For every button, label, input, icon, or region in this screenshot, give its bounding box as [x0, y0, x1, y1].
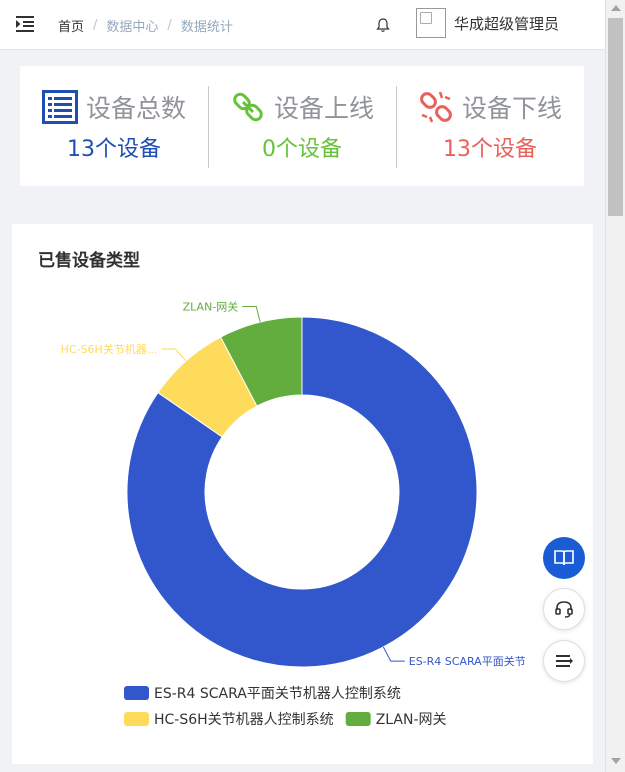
avatar[interactable] [416, 8, 446, 38]
bell-icon[interactable] [375, 17, 391, 33]
label-leader-line [382, 646, 405, 662]
device-type-donut-chart: ES-R4 SCARA平面关节 HC-S6H关节机器... ZLAN-网关 ES-R4… [61, 300, 526, 728]
legend-swatch [124, 712, 149, 726]
sidebar-toggle-icon[interactable] [16, 16, 34, 32]
page-scrollbar[interactable] [605, 0, 625, 772]
scroll-thumb[interactable] [608, 18, 623, 216]
sold-device-types-card: 已售设备类型 ES-R4 SCARA平面关节 HC-S6H关节机器... ZLAN-… [12, 224, 593, 764]
top-navbar: 首页 / 数据中心 / 数据统计 华成超级管理员 [0, 0, 605, 50]
stat-value: 0个设备 [262, 137, 342, 162]
headset-icon [555, 601, 573, 618]
label-leader-line [161, 348, 187, 362]
menu-button[interactable] [543, 640, 585, 682]
slice-outside-label: ZLAN-网关 [183, 300, 239, 314]
legend-label: HC-S6H关节机器人控制系统 [154, 712, 334, 728]
breadcrumb-data-center[interactable]: 数据中心 [106, 16, 158, 35]
legend-swatch [345, 712, 371, 726]
breadcrumb-home[interactable]: 首页 [58, 16, 84, 35]
docs-button[interactable] [543, 537, 585, 579]
stat-offline-devices: 设备下线 13个设备 [396, 66, 584, 186]
username[interactable]: 华成超级管理员 [454, 13, 559, 34]
breadcrumb-separator: / [93, 18, 98, 33]
scroll-down-arrow-icon[interactable] [611, 758, 621, 764]
label-leader-line [242, 306, 261, 323]
stat-value: 13个设备 [67, 137, 161, 162]
stat-value: 13个设备 [443, 137, 537, 162]
list-icon [41, 90, 78, 124]
legend-swatch [124, 686, 149, 700]
stat-title: 设备上线 [273, 94, 374, 123]
slice-outside-label: HC-S6H关节机器... [61, 342, 158, 356]
support-button[interactable] [543, 588, 585, 630]
stat-total-devices: 设备总数 13个设备 [20, 66, 208, 186]
broken-image-icon [420, 12, 432, 24]
scroll-up-arrow-icon[interactable] [611, 5, 621, 11]
breadcrumb-current: 数据统计 [180, 20, 233, 35]
breadcrumb: 首页 / 数据中心 / 数据统计 [58, 16, 233, 35]
breadcrumb-separator: / [167, 18, 172, 33]
device-stats-panel: 设备总数 13个设备 设备上线 0个设备 设备下线 13个设备 [20, 66, 584, 186]
stat-title: 设备总数 [85, 94, 186, 123]
link-icon [233, 92, 263, 122]
slice-outside-label: ES-R4 SCARA平面关节 [409, 654, 526, 668]
stat-title: 设备下线 [461, 94, 562, 123]
legend-label: ES-R4 SCARA平面关节机器人控制系统 [154, 686, 401, 702]
unlink-icon [420, 91, 452, 123]
stat-online-devices: 设备上线 0个设备 [208, 66, 396, 186]
menu-icon [556, 655, 573, 667]
legend-label: ZLAN-网关 [376, 712, 447, 728]
book-icon [554, 550, 574, 566]
